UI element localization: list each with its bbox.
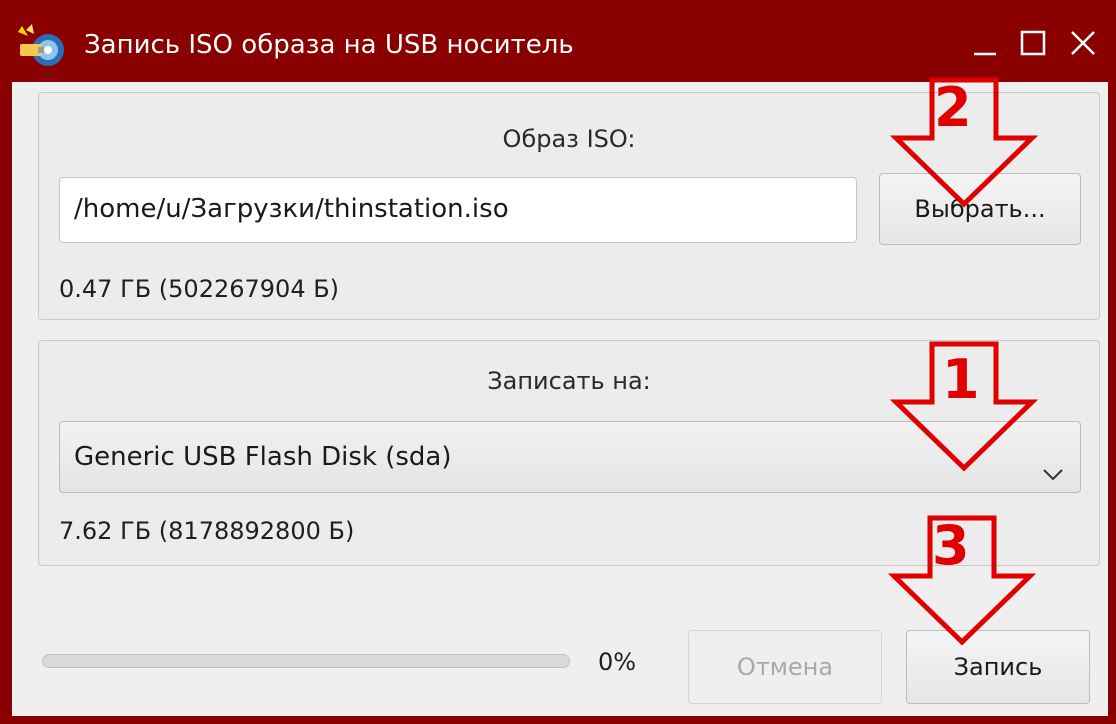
iso-path-input[interactable]: /home/u/Загрузки/thinstation.iso [59, 177, 857, 243]
window-title: Запись ISO образа на USB носитель [84, 30, 574, 60]
iso-size-info: 0.47 ГБ (502267904 Б) [59, 275, 340, 303]
maximize-icon[interactable] [1016, 26, 1050, 60]
title-bar[interactable]: Запись ISO образа на USB носитель [0, 0, 1116, 82]
device-size-info: 7.62 ГБ (8178892800 Б) [59, 517, 355, 545]
browse-button[interactable]: Выбрать... [879, 173, 1081, 245]
target-device-group: Записать на: Generic USB Flash Disk (sda… [38, 340, 1100, 566]
progress-percent: 0% [598, 648, 637, 676]
device-select[interactable]: Generic USB Flash Disk (sda) [59, 421, 1081, 493]
app-window: Запись ISO образа на USB носитель Образ … [0, 0, 1116, 724]
write-button[interactable]: Запись [906, 630, 1090, 704]
minimize-icon[interactable] [968, 26, 1002, 60]
close-icon[interactable] [1066, 26, 1100, 60]
iso-group-title: Образ ISO: [502, 125, 636, 153]
chevron-down-icon [1040, 444, 1066, 481]
dialog-body: Образ ISO: /home/u/Загрузки/thinstation.… [12, 82, 1108, 716]
target-group-title: Записать на: [487, 367, 651, 395]
cancel-button[interactable]: Отмена [688, 630, 882, 704]
app-icon [16, 22, 74, 72]
device-select-value: Generic USB Flash Disk (sda) [74, 442, 452, 472]
iso-image-group: Образ ISO: /home/u/Загрузки/thinstation.… [38, 92, 1100, 320]
write-progress-bar [42, 654, 570, 668]
